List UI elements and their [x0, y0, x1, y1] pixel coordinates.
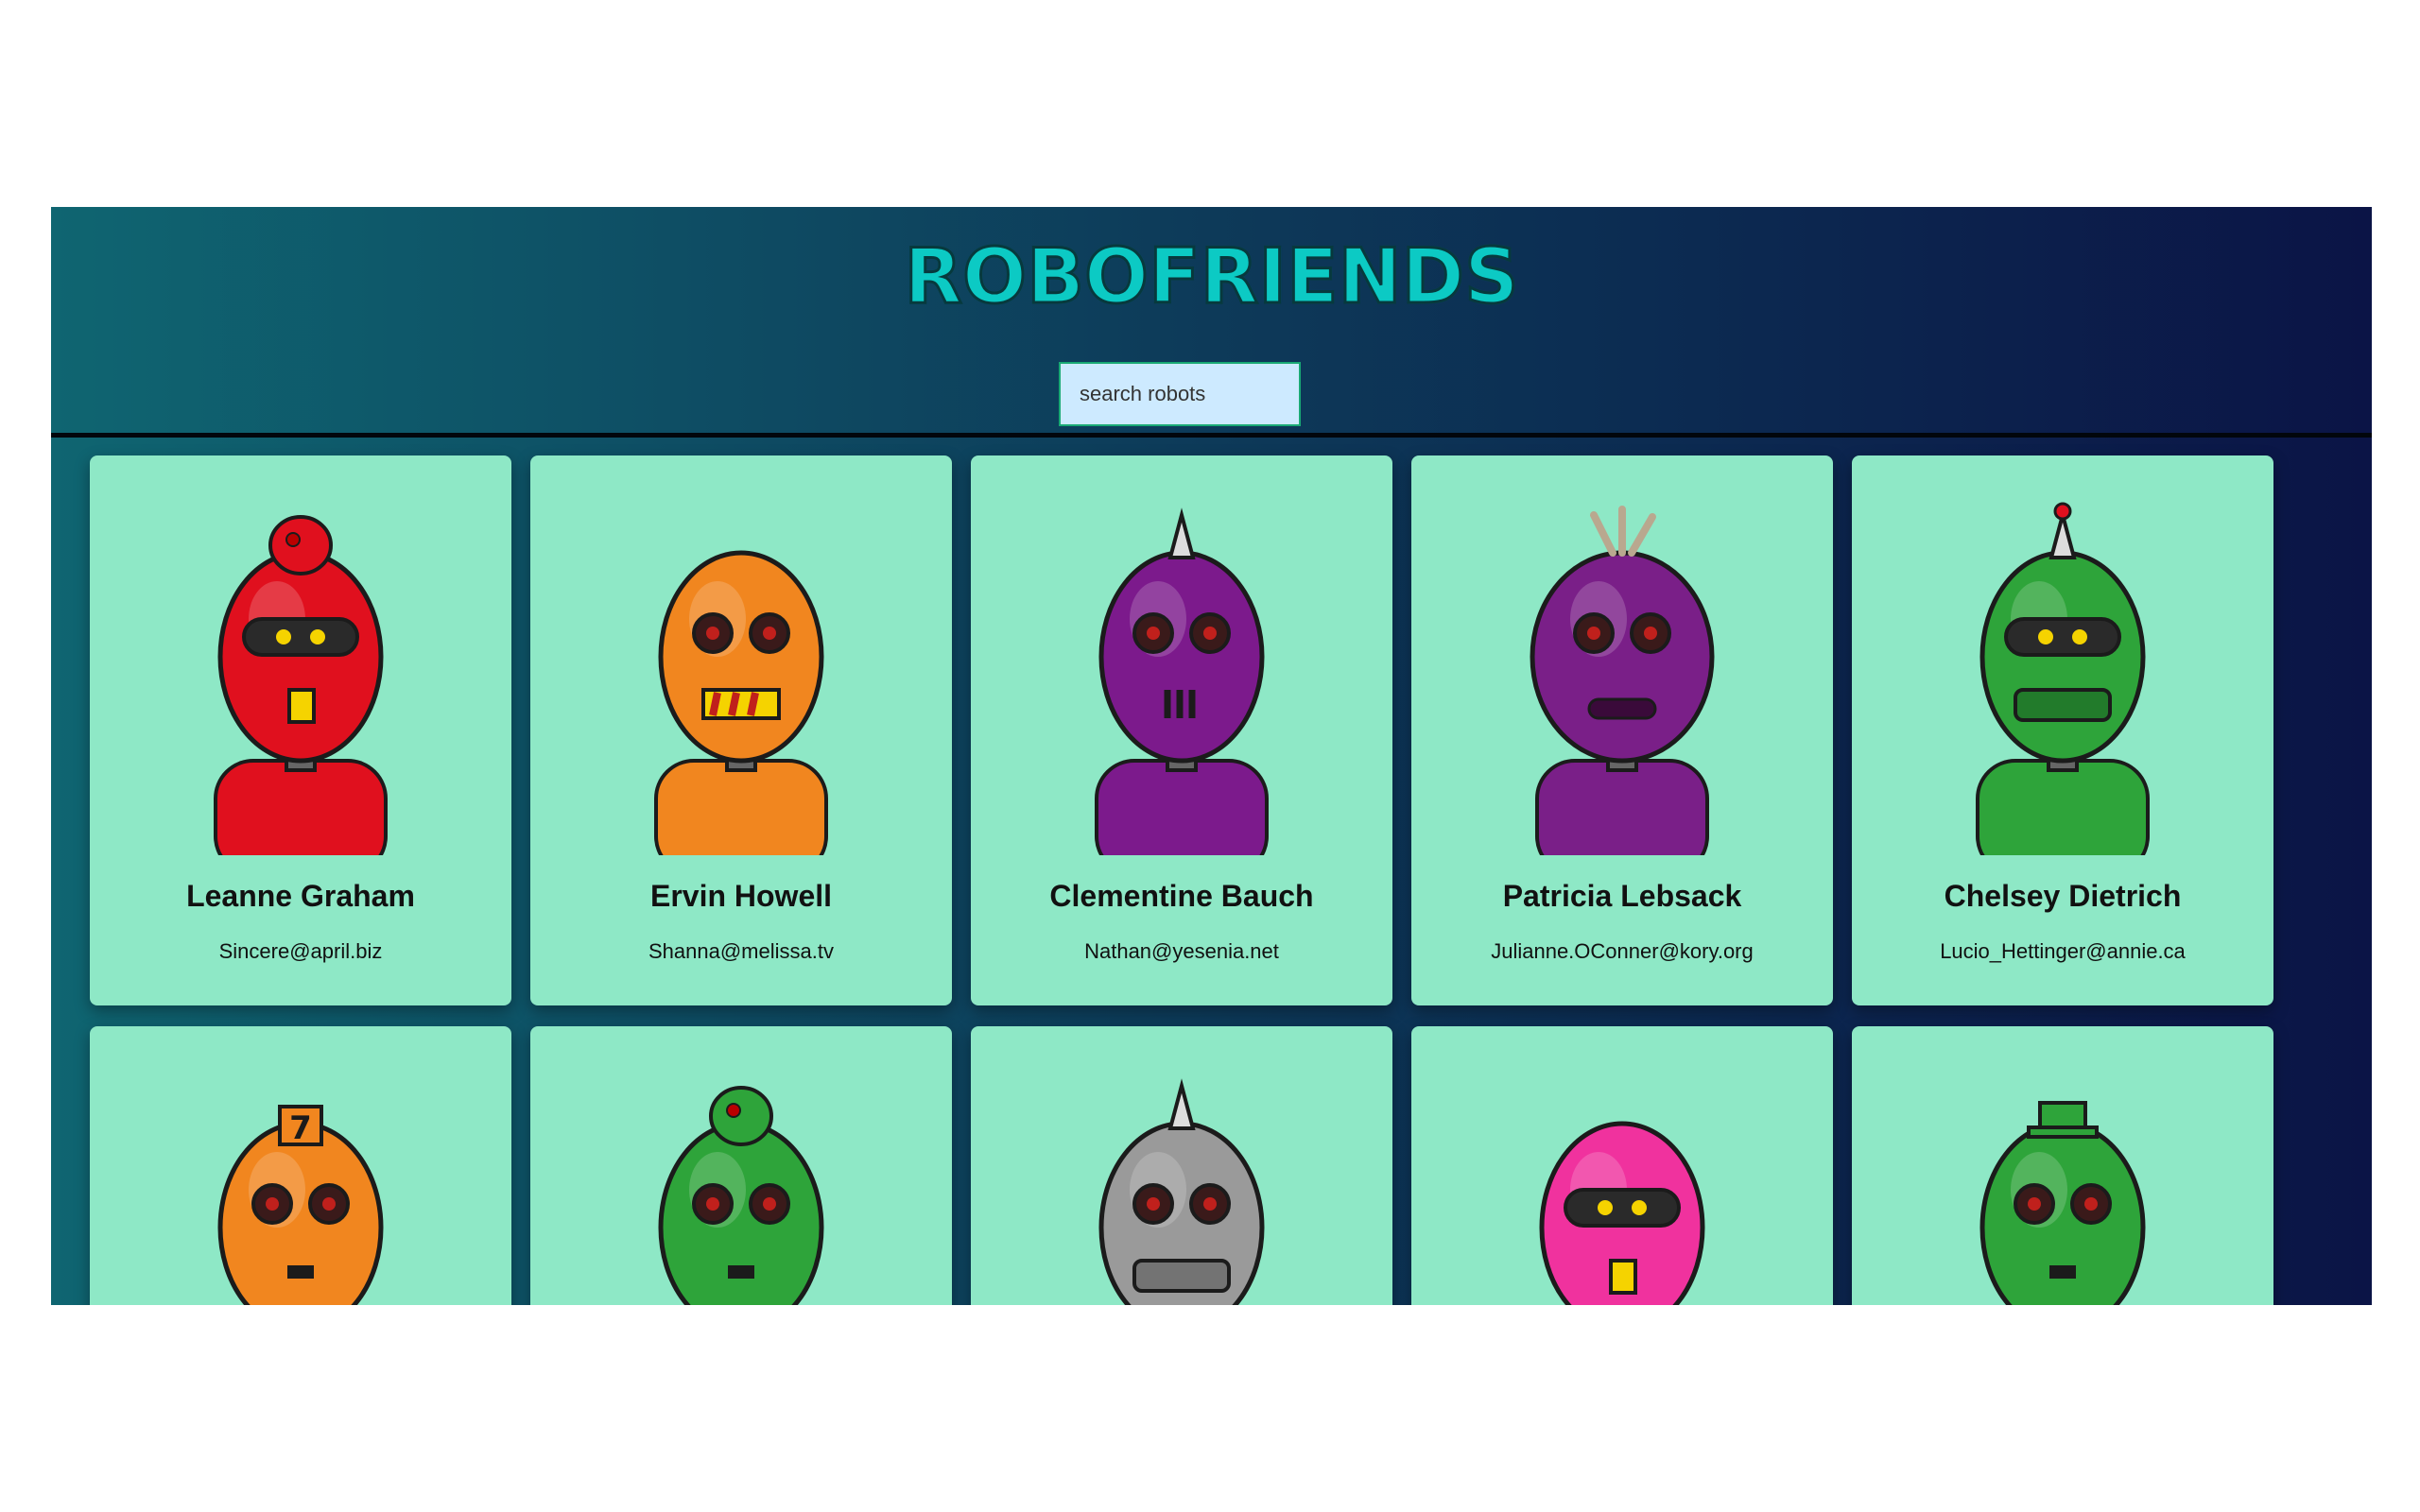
robot-card[interactable]: Patricia Lebsack Julianne.OConner@kory.or… — [1411, 455, 1833, 1005]
robot-name: Chelsey Dietrich — [1944, 879, 2182, 913]
robot-email: Shanna@melissa.tv — [648, 939, 834, 963]
svg-text:7: 7 — [289, 1109, 312, 1147]
robot-avatar — [112, 477, 490, 855]
robot-avatar — [993, 477, 1371, 855]
robot-card[interactable]: Ervin Howell Shanna@melissa.tv — [530, 455, 952, 1005]
search-input[interactable] — [1059, 362, 1301, 426]
robot-card-list: Leanne Graham Sincere@april.biz Ervin Howe… — [90, 455, 2273, 1305]
robot-name: Ervin Howell — [649, 879, 833, 913]
robot-name: Clementine Bauch — [1049, 879, 1314, 913]
robot-name: Leanne Graham — [186, 879, 415, 913]
app-title: ROBOFRIENDS — [903, 232, 1520, 320]
robot-avatar — [552, 477, 930, 855]
robot-card[interactable] — [1411, 1026, 1833, 1305]
robot-avatar — [993, 1048, 1371, 1305]
robot-name: Patricia Lebsack — [1502, 879, 1742, 913]
robot-avatar — [1874, 1048, 2252, 1305]
robot-card[interactable]: Chelsey Dietrich Lucio_Hettinger@annie.ca — [1852, 455, 2273, 1005]
robot-card[interactable]: Clementine Bauch Nathan@yesenia.net — [971, 455, 1392, 1005]
robot-card[interactable] — [971, 1026, 1392, 1305]
robot-avatar: 7 — [112, 1048, 490, 1305]
robot-card[interactable] — [530, 1026, 952, 1305]
robot-avatar — [1433, 1048, 1811, 1305]
robot-card[interactable]: 7 — [90, 1026, 511, 1305]
robot-avatar — [552, 1048, 930, 1305]
robot-avatar — [1433, 477, 1811, 855]
header: ROBOFRIENDS — [51, 207, 2372, 438]
robot-email: Sincere@april.biz — [218, 939, 383, 963]
robot-email: Lucio_Hettinger@annie.ca — [1940, 939, 2186, 963]
robot-avatar — [1874, 477, 2252, 855]
robot-email: Nathan@yesenia.net — [1084, 939, 1279, 963]
robot-card[interactable] — [1852, 1026, 2273, 1305]
app-container: ROBOFRIENDS Leanne Graham Sincere@april.b… — [51, 207, 2372, 1305]
robot-card[interactable]: Leanne Graham Sincere@april.biz — [90, 455, 511, 1005]
robot-email: Julianne.OConner@kory.org — [1491, 939, 1754, 963]
